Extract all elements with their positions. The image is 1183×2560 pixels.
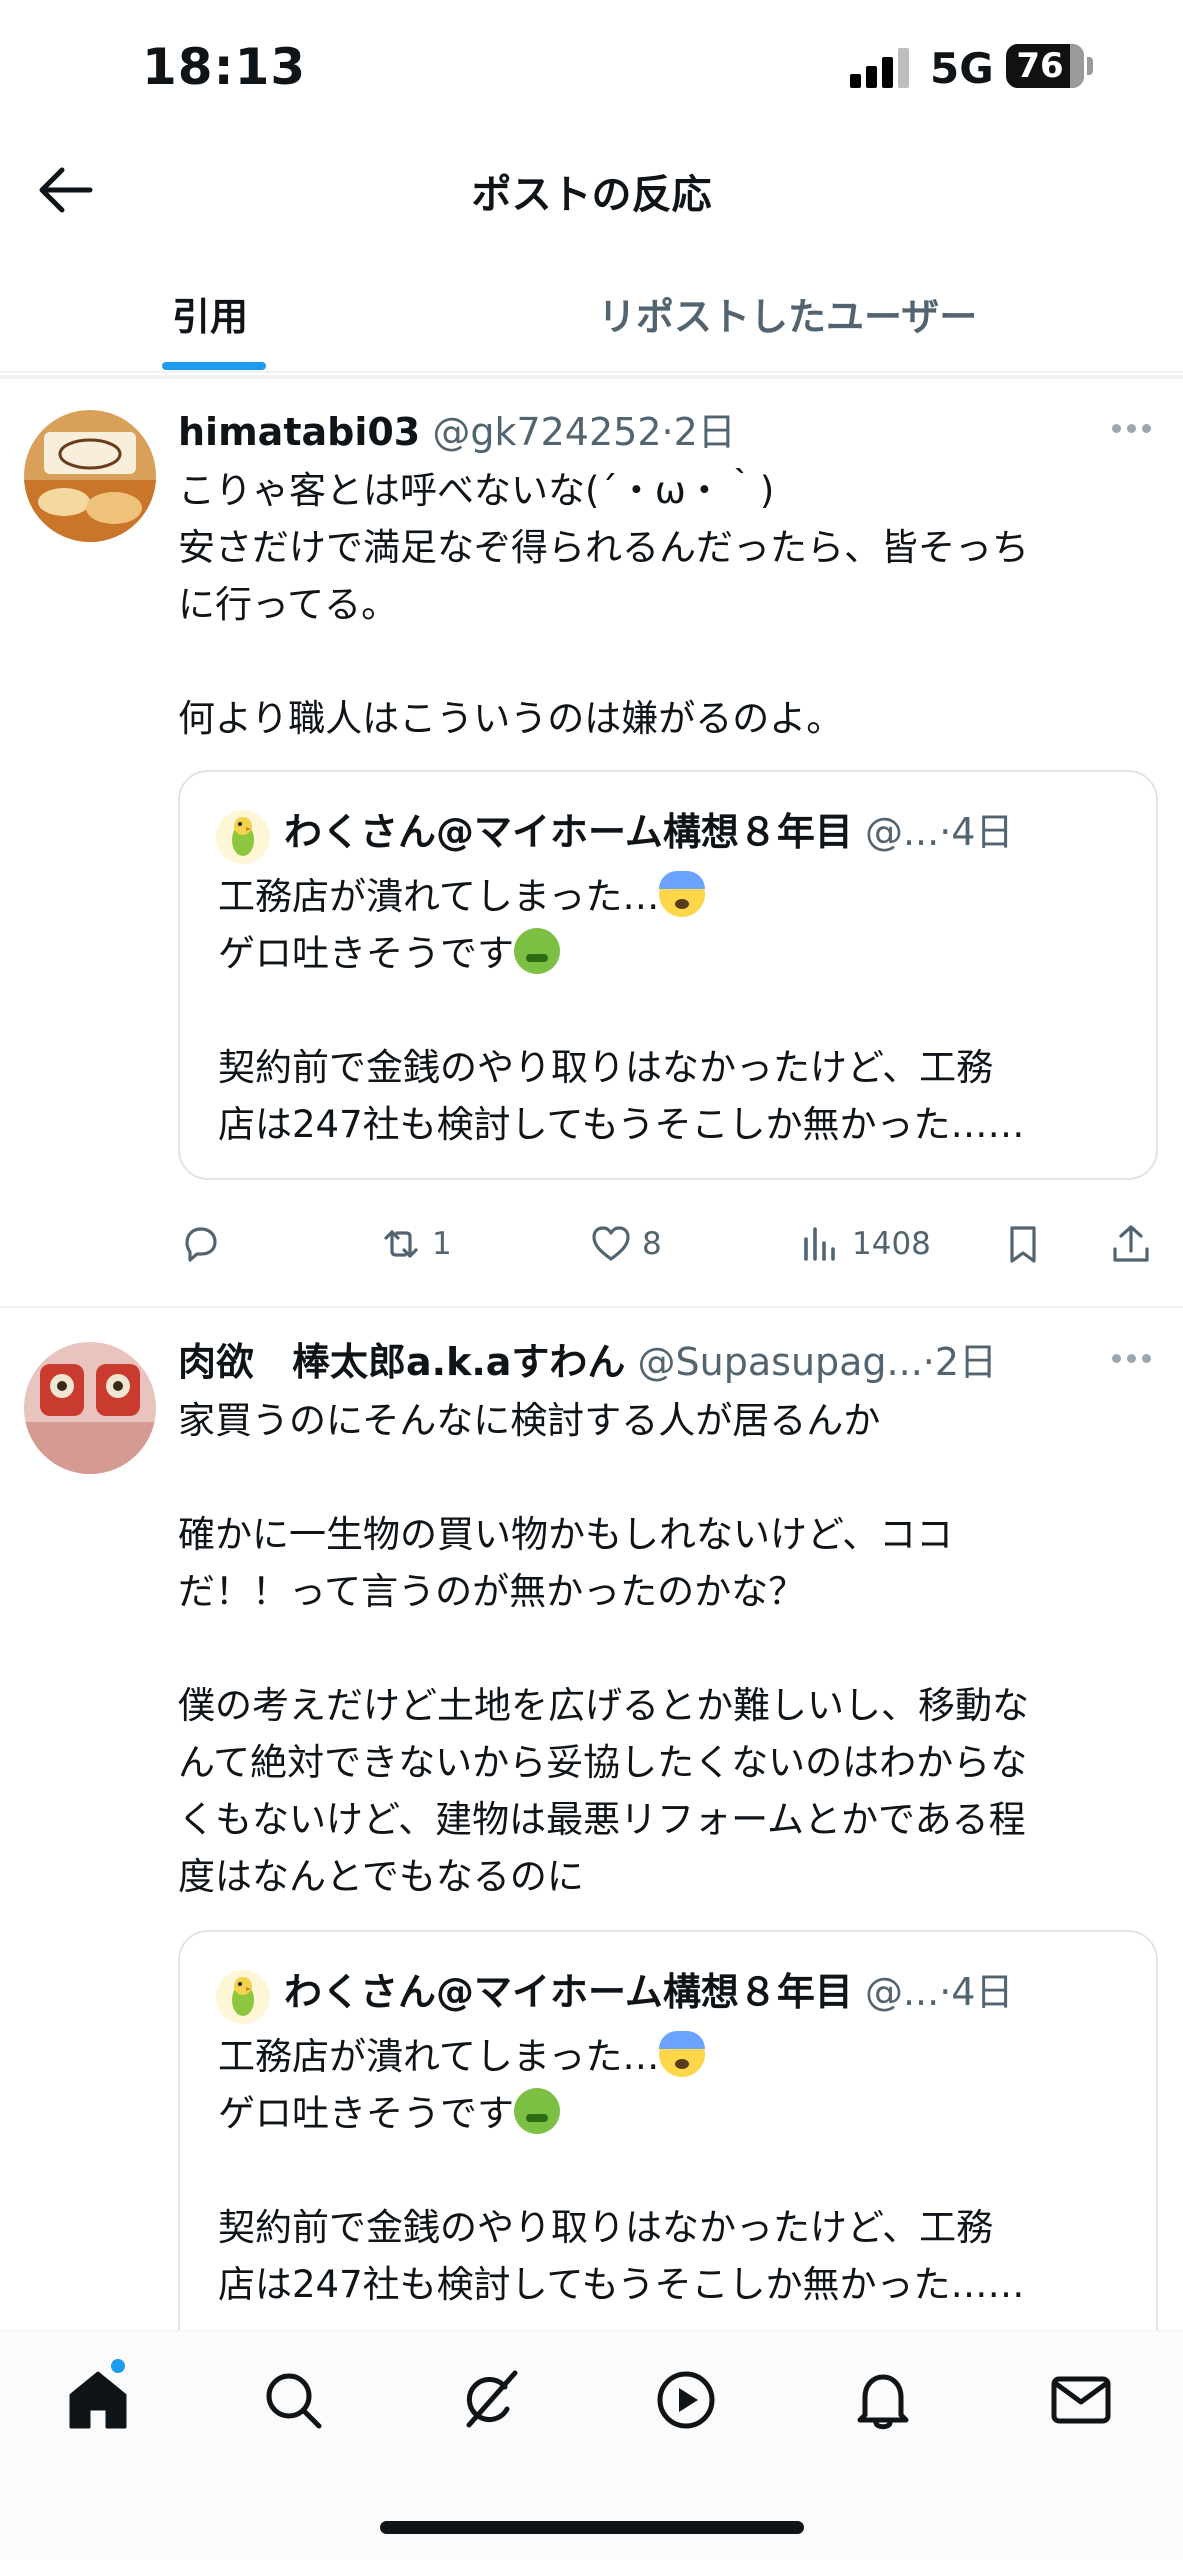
quoted-author-name: わくさん@マイホーム構想８年目	[284, 810, 853, 854]
play-icon	[657, 2371, 715, 2429]
battery-level: 76	[1016, 46, 1064, 86]
home-indicator[interactable]	[380, 2521, 804, 2534]
views-icon	[804, 1227, 835, 1261]
tab-reposters[interactable]: リポストしたユーザー	[598, 286, 977, 341]
nav-video[interactable]	[651, 2365, 721, 2435]
divider	[0, 375, 1183, 379]
bookmark-button[interactable]	[1000, 1212, 1046, 1276]
quoted-avatar	[216, 1970, 270, 2024]
quoted-line-2: ゲロ吐きそうです	[218, 932, 514, 975]
post-time: ·2日	[661, 410, 736, 454]
app-screen: 18:13 5G 76 ポストの反応 引用 リポストしたユーザー himatab…	[0, 0, 1183, 2560]
search-icon	[266, 2373, 322, 2429]
home-icon	[69, 2371, 127, 2429]
notification-dot	[109, 2357, 127, 2375]
post-header: 肉欲 棒太郎a.k.aすわん @Supasupag...·2日	[178, 1332, 1138, 1392]
avatar[interactable]	[24, 1342, 156, 1474]
avatar-image	[24, 1342, 156, 1474]
quoted-post[interactable]: わくさん@マイホーム構想８年目 @...·4日 工務店が潰れてしまった… ゲロ吐…	[178, 1930, 1158, 2370]
quoted-text: 工務店が潰れてしまった… ゲロ吐きそうです 契約前で金銭のやり取りはなかったけど…	[218, 868, 1138, 1153]
battery-tip	[1087, 57, 1093, 75]
post-text: 家買うのにそんなに検討する人が居るんか 確かに一生物の買い物かもしれないけど、コ…	[178, 1399, 1029, 1898]
post-time: ·2日	[922, 1340, 998, 1384]
post-text: こりゃ客とは呼べないな(´・ω・｀) 安さだけで満足なぞ得られるんだったら、皆そ…	[178, 469, 1029, 740]
repost-button[interactable]: 1	[378, 1212, 452, 1276]
author-handle[interactable]: @Supasupag...	[638, 1340, 923, 1384]
more-options-button[interactable]	[1112, 1348, 1154, 1368]
active-tab-indicator	[162, 362, 266, 370]
network-label: 5G	[930, 44, 994, 93]
grok-icon	[466, 2370, 518, 2428]
status-time: 18:13	[142, 38, 307, 96]
avatar-image	[24, 410, 156, 542]
quoted-line-3: 契約前で金銭のやり取りはなかったけど、工務 店は247社も検討してもうそこしか無…	[218, 2206, 1025, 2306]
quoted-time: ·4日	[939, 810, 1014, 854]
quoted-line-3: 契約前で金銭のやり取りはなかったけど、工務 店は247社も検討してもうそこしか無…	[218, 1046, 1025, 1146]
signal-icon	[850, 46, 912, 88]
page-title: ポストの反応	[471, 172, 712, 218]
reply-button[interactable]	[178, 1212, 232, 1276]
quoted-author-handle: @...	[864, 810, 940, 854]
more-options-button[interactable]	[1112, 418, 1154, 438]
share-icon	[1113, 1225, 1149, 1262]
nauseated-face-icon	[514, 928, 560, 974]
quoted-line-2: ゲロ吐きそうです	[218, 2092, 514, 2135]
bell-icon	[857, 2374, 909, 2430]
nauseated-face-icon	[514, 2088, 560, 2134]
view-count: 1408	[852, 1226, 931, 1262]
quoted-line-1: 工務店が潰れてしまった…	[218, 875, 660, 918]
author-handle[interactable]: @gk724252	[432, 410, 661, 454]
post-item[interactable]: himatabi03 @gk724252·2日 こりゃ客とは呼べないな(´・ω・…	[0, 380, 1183, 1308]
avatar[interactable]	[24, 410, 156, 542]
quoted-post[interactable]: わくさん@マイホーム構想８年目 @...·4日 工務店が潰れてしまった… ゲロ吐…	[178, 770, 1158, 1180]
post-header: himatabi03 @gk724252·2日	[178, 402, 1138, 462]
status-bar: 18:13 5G 76	[0, 0, 1183, 140]
post-actions: 1 8 1408	[178, 1212, 1158, 1276]
tab-quotes[interactable]: 引用	[172, 286, 248, 341]
nav-messages[interactable]	[1046, 2365, 1116, 2435]
quoted-header: わくさん@マイホーム構想８年目 @...·4日	[284, 1962, 1144, 2022]
views-button[interactable]: 1408	[798, 1212, 931, 1276]
quoted-avatar	[216, 810, 270, 864]
parakeet-icon	[232, 817, 254, 856]
reply-icon	[185, 1227, 217, 1262]
quoted-time: ·4日	[939, 1970, 1014, 2014]
mail-icon	[1051, 2376, 1111, 2424]
author-name[interactable]: 肉欲 棒太郎a.k.aすわん	[178, 1340, 625, 1384]
heart-icon	[592, 1226, 630, 1261]
battery-icon: 76	[1006, 44, 1084, 88]
parakeet-icon	[232, 1977, 254, 2016]
share-button[interactable]	[1108, 1212, 1154, 1276]
anxious-face-icon	[659, 871, 706, 917]
like-count: 8	[642, 1226, 662, 1262]
nav-notifications[interactable]	[848, 2365, 918, 2435]
top-header: ポストの反応	[0, 140, 1183, 240]
post-item[interactable]: 肉欲 棒太郎a.k.aすわん @Supasupag...·2日 家買うのにそんな…	[0, 1310, 1183, 2370]
quoted-author-name: わくさん@マイホーム構想８年目	[284, 1970, 853, 2014]
bookmark-icon	[1010, 1226, 1036, 1263]
author-name[interactable]: himatabi03	[178, 410, 420, 454]
nav-home[interactable]	[63, 2357, 133, 2435]
like-button[interactable]: 8	[588, 1212, 662, 1276]
repost-icon	[384, 1230, 418, 1258]
quoted-author-handle: @...	[864, 1970, 940, 2014]
quoted-line-1: 工務店が潰れてしまった…	[218, 2035, 660, 2078]
repost-count: 1	[432, 1226, 452, 1262]
nav-grok[interactable]	[455, 2365, 525, 2435]
quoted-text: 工務店が潰れてしまった… ゲロ吐きそうです 契約前で金銭のやり取りはなかったけど…	[218, 2028, 1138, 2313]
nav-search[interactable]	[258, 2365, 328, 2435]
quoted-header: わくさん@マイホーム構想８年目 @...·4日	[284, 802, 1144, 862]
anxious-face-icon	[659, 2031, 706, 2077]
tab-bar: 引用 リポストしたユーザー	[0, 258, 1183, 373]
